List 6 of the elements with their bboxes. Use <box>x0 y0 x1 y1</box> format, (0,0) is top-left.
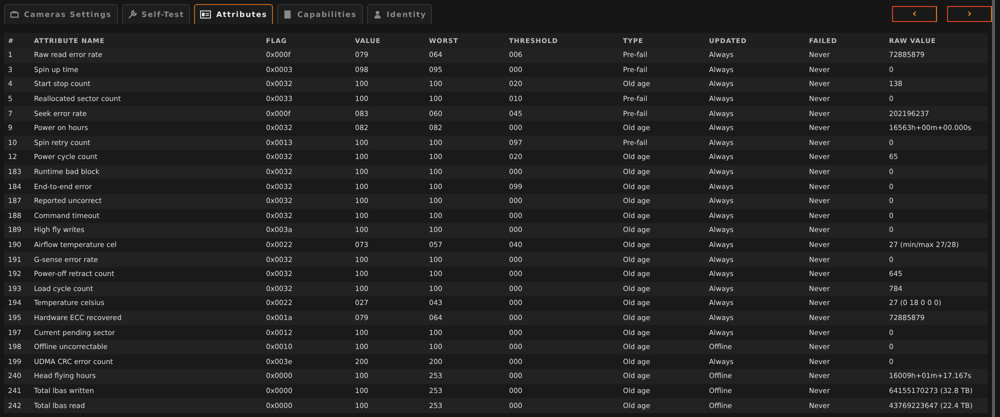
id-card-icon <box>200 10 212 19</box>
person-icon <box>372 10 382 19</box>
book-icon <box>283 10 292 19</box>
wrench-icon <box>128 10 137 19</box>
nav-button[interactable]: ‹ <box>892 6 937 22</box>
nav-button[interactable]: › <box>947 6 992 22</box>
